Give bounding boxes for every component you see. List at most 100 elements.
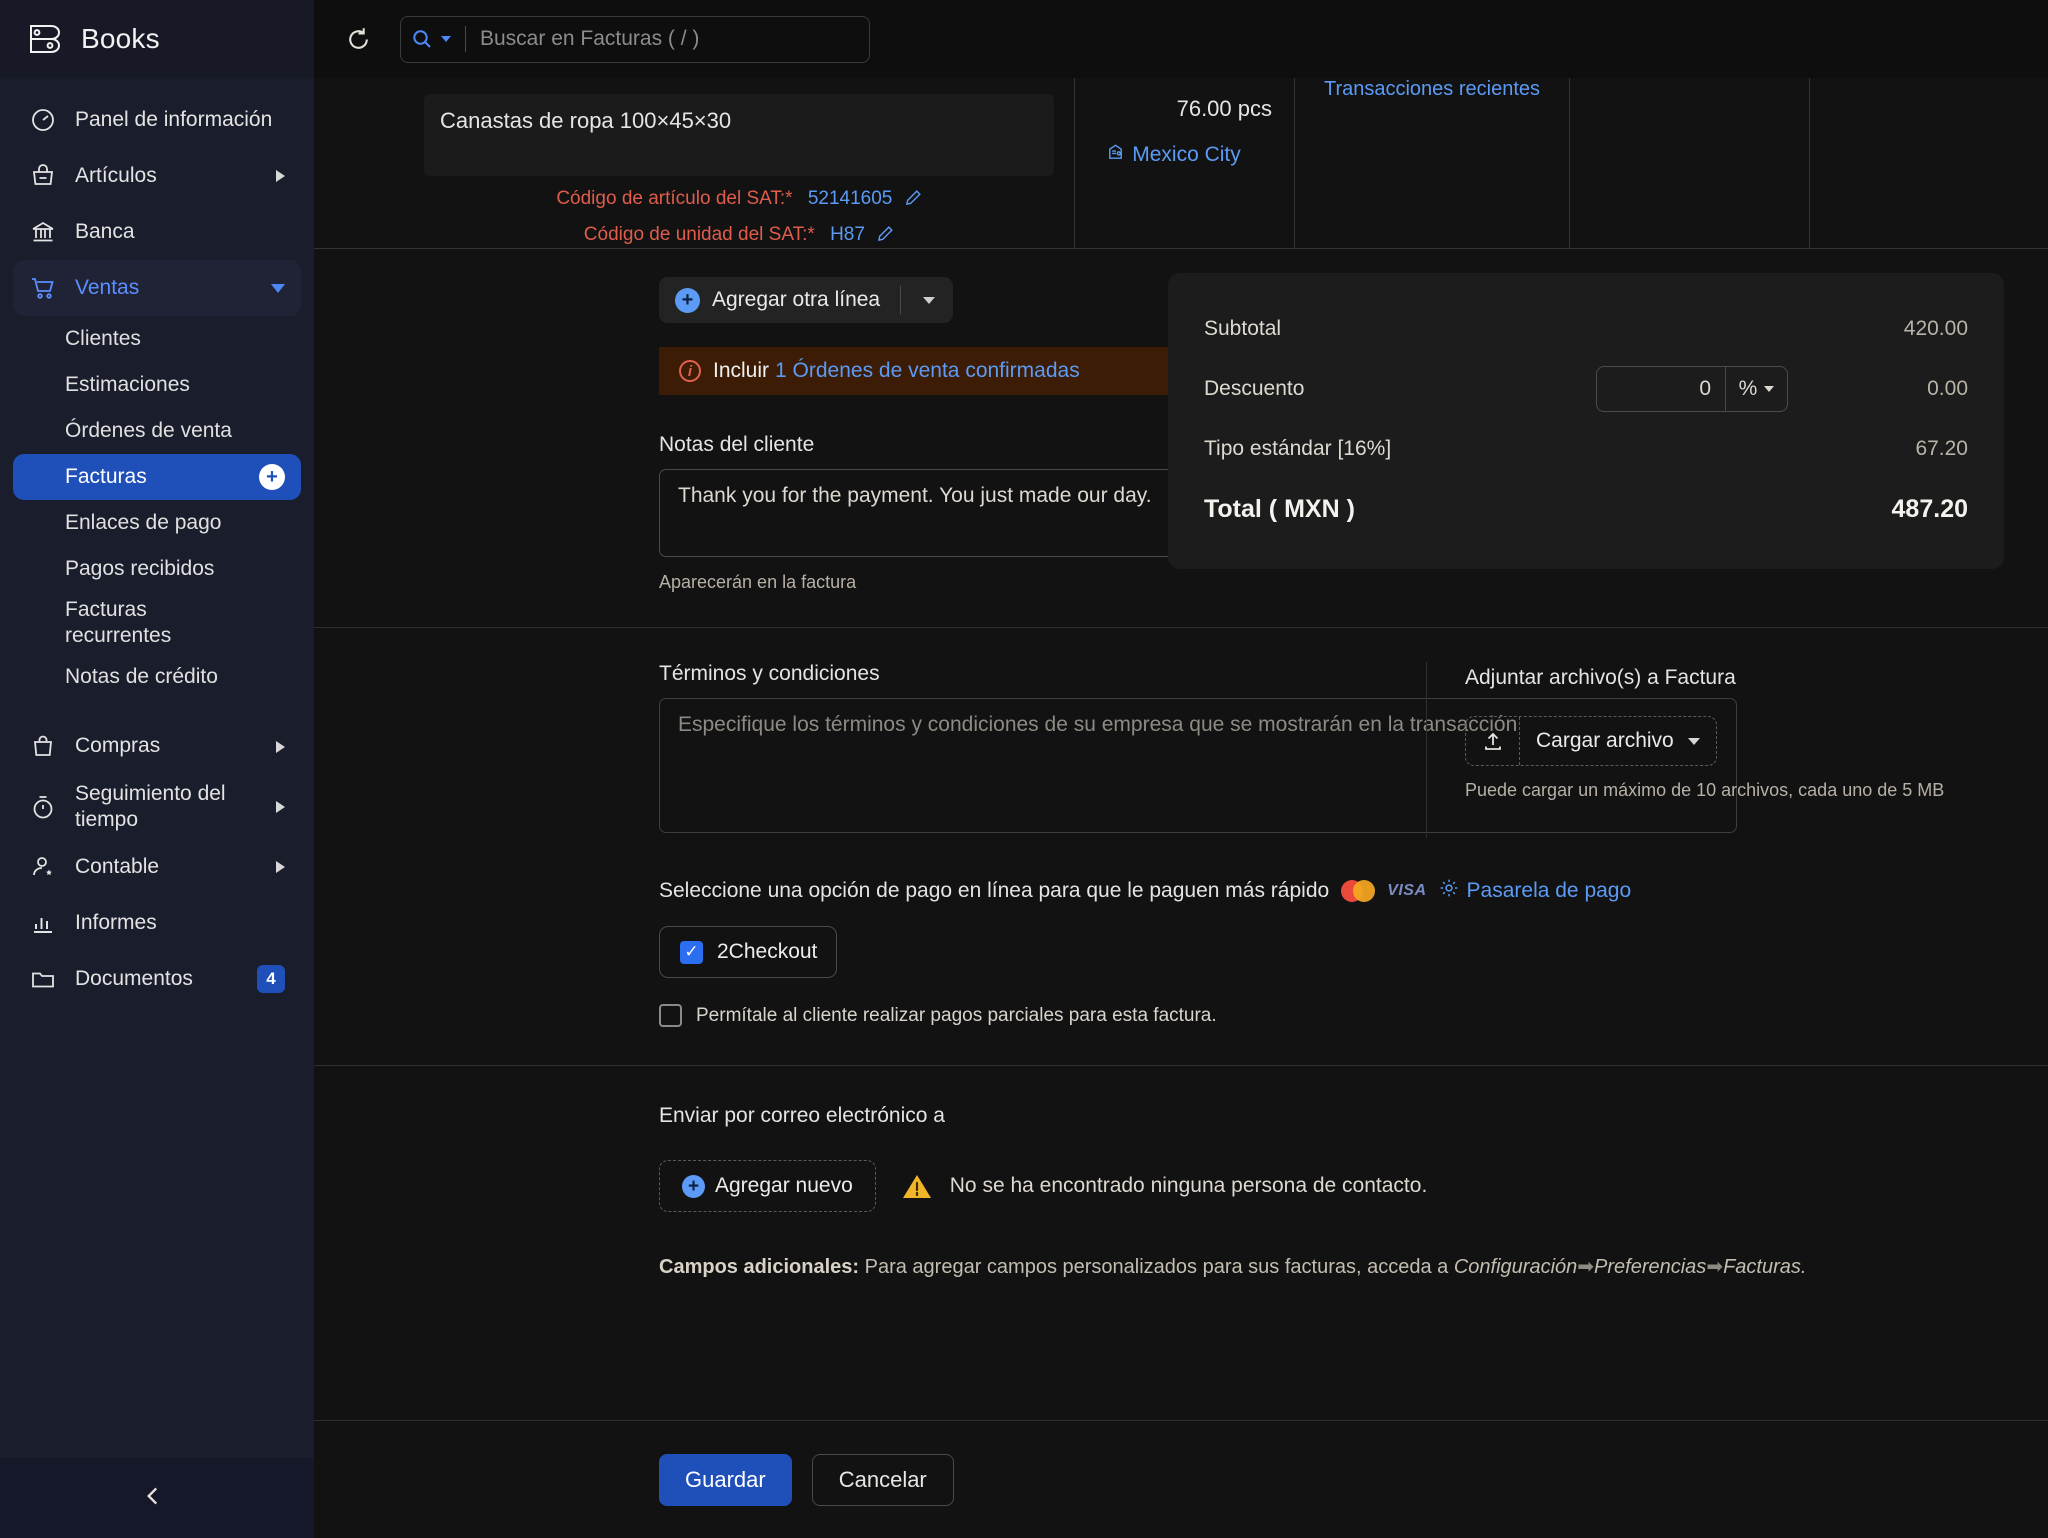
sat-unit-value[interactable]: H87 bbox=[830, 224, 865, 245]
sidebar-item-ventas[interactable]: Ventas bbox=[13, 260, 301, 316]
discount-unit-select[interactable]: % bbox=[1725, 367, 1787, 411]
arrow-right-icon: ➡ bbox=[1577, 1256, 1595, 1278]
upload-file-label: Cargar archivo bbox=[1536, 729, 1674, 752]
email-label: Enviar por correo electrónico a bbox=[659, 1104, 945, 1127]
form-right-column: Subtotal 420.00 Descuento % bbox=[1144, 249, 2048, 593]
page-scroll-area[interactable]: Canastas de ropa 100×45×30 Código de art… bbox=[314, 78, 2048, 1420]
add-invoice-plus-icon[interactable]: + bbox=[259, 464, 285, 490]
contact-warning: No se ha encontrado ninguna persona de c… bbox=[902, 1173, 1427, 1200]
save-button[interactable]: Guardar bbox=[659, 1453, 792, 1506]
payment-headline-row: Seleccione una opción de pago en línea p… bbox=[659, 878, 2048, 904]
add-new-contact-button[interactable]: + Agregar nuevo bbox=[659, 1160, 876, 1212]
line-item-description[interactable]: Canastas de ropa 100×45×30 bbox=[424, 94, 1054, 176]
sidebar-item-label: Compras bbox=[75, 734, 161, 758]
gear-icon bbox=[1439, 878, 1459, 904]
sidebar-item-notas-de-credito[interactable]: Notas de crédito bbox=[13, 655, 301, 701]
additional-fields-path-1: Configuración bbox=[1453, 1256, 1578, 1278]
sidebar-item-label: Órdenes de venta bbox=[65, 418, 232, 442]
add-another-line-label: Agregar otra línea bbox=[712, 288, 881, 311]
sidebar-item-compras[interactable]: Compras bbox=[13, 719, 301, 775]
search-scope-chevron-down-icon[interactable] bbox=[441, 36, 451, 42]
refresh-icon[interactable] bbox=[338, 19, 378, 59]
gateway-2checkout-option[interactable]: ✓ 2Checkout bbox=[659, 926, 837, 978]
sidebar-item-facturas-recurrentes[interactable]: Facturas recurrentes bbox=[13, 592, 218, 655]
sidebar-item-estimaciones[interactable]: Estimaciones bbox=[13, 362, 301, 408]
additional-fields-path-3: Facturas. bbox=[1723, 1256, 1807, 1278]
payment-headline: Seleccione una opción de pago en línea p… bbox=[659, 879, 1330, 902]
additional-fields-path-2: Preferencias bbox=[1594, 1256, 1707, 1278]
cancel-button[interactable]: Cancelar bbox=[811, 1453, 954, 1506]
pencil-icon[interactable] bbox=[877, 225, 894, 248]
sidebar-item-seguimiento-del-tiempo[interactable]: Seguimiento del tiempo bbox=[13, 775, 301, 840]
sidebar-item-label: Informes bbox=[75, 910, 157, 934]
chevron-left-icon bbox=[140, 1483, 166, 1514]
books-logo-icon bbox=[26, 20, 64, 58]
sidebar-item-label: Ventas bbox=[75, 275, 140, 299]
sidebar-item-facturas[interactable]: Facturas + bbox=[13, 454, 301, 500]
sidebar-item-label: Contable bbox=[75, 854, 160, 878]
sidebar-item-articulos[interactable]: Artículos bbox=[13, 148, 301, 204]
button-divider bbox=[900, 286, 902, 314]
search-input[interactable] bbox=[480, 27, 859, 51]
sidebar-item-documentos[interactable]: Documentos 4 bbox=[13, 951, 301, 1007]
sidebar-item-label: Facturas bbox=[65, 464, 147, 488]
search-divider bbox=[465, 26, 466, 52]
documents-folder-icon bbox=[29, 965, 57, 993]
sidebar-item-clientes[interactable]: Clientes bbox=[13, 316, 301, 362]
chevron-down-icon bbox=[1764, 386, 1775, 392]
sidebar-item-banca[interactable]: Banca bbox=[13, 204, 301, 260]
discount-input[interactable] bbox=[1597, 367, 1725, 411]
terms-label: Términos y condiciones bbox=[659, 662, 880, 685]
additional-fields-prefix: Campos adicionales: bbox=[659, 1256, 860, 1278]
discount-control[interactable]: % bbox=[1596, 366, 1788, 412]
attachments-section: Adjuntar archivo(s) a Factura Cargar arc… bbox=[1427, 662, 1944, 838]
chevron-right-icon bbox=[276, 170, 285, 182]
partial-payments-checkbox[interactable] bbox=[659, 1004, 682, 1027]
brand[interactable]: Books bbox=[0, 0, 314, 78]
include-banner-link[interactable]: 1 Órdenes de venta confirmadas bbox=[775, 359, 1080, 383]
attachments-label: Adjuntar archivo(s) a Factura bbox=[1465, 666, 1736, 689]
partial-payments-row[interactable]: Permítale al cliente realizar pagos parc… bbox=[659, 1004, 2048, 1027]
plus-circle-icon: + bbox=[675, 287, 700, 313]
sidebar-item-contable[interactable]: Contable bbox=[13, 839, 301, 895]
sidebar-item-informes[interactable]: Informes bbox=[13, 895, 301, 951]
payment-gateway-link[interactable]: Pasarela de pago bbox=[1439, 878, 1631, 904]
chevron-down-icon[interactable] bbox=[1687, 737, 1700, 745]
sidebar-item-enlaces-de-pago[interactable]: Enlaces de pago bbox=[13, 500, 301, 546]
accountant-icon bbox=[29, 853, 57, 881]
line-item-quantity[interactable]: 76.00 pcs bbox=[1075, 96, 1272, 122]
sidebar-item-panel-de-informacion[interactable]: Panel de información bbox=[13, 92, 301, 148]
app-root: Books Panel de información Artículos Ban… bbox=[0, 0, 2048, 1538]
sidebar-item-ordenes-de-venta[interactable]: Órdenes de venta bbox=[13, 408, 301, 454]
additional-fields-text: Para agregar campos personalizados para … bbox=[859, 1256, 1454, 1278]
sidebar-nav: Panel de información Artículos Banca Ven… bbox=[0, 78, 314, 1458]
sidebar-item-label: Panel de información bbox=[75, 107, 273, 131]
brand-name: Books bbox=[81, 23, 160, 54]
sat-article-value[interactable]: 52141605 bbox=[808, 188, 893, 209]
line-item-quantity-cell: 76.00 pcs Mexico City bbox=[1074, 78, 1294, 248]
gateway-checkbox[interactable]: ✓ bbox=[680, 940, 703, 964]
items-bag-icon bbox=[29, 162, 57, 190]
form-left-column: + Agregar otra línea i Incluir 1 Órdenes… bbox=[314, 249, 1319, 593]
add-new-contact-label: Agregar nuevo bbox=[715, 1174, 853, 1197]
search-box[interactable] bbox=[400, 15, 870, 63]
sidebar-item-label: Clientes bbox=[65, 326, 141, 350]
pencil-icon[interactable] bbox=[905, 189, 922, 212]
warning-triangle-icon bbox=[902, 1173, 932, 1200]
sat-article-label: Código de artículo del SAT:* bbox=[556, 188, 793, 209]
line-item-amount-cell bbox=[1809, 78, 2024, 248]
chevron-down-icon[interactable] bbox=[923, 296, 936, 304]
sidebar-item-pagos-recibidos[interactable]: Pagos recibidos bbox=[13, 546, 301, 592]
sat-unit-label: Código de unidad del SAT:* bbox=[583, 224, 815, 245]
line-item-warehouse[interactable]: Mexico City bbox=[1075, 142, 1272, 167]
add-another-line-button[interactable]: + Agregar otra línea bbox=[659, 277, 954, 323]
total-label: Total ( MXN ) bbox=[1204, 494, 1355, 523]
include-banner-prefix: Incluir bbox=[713, 359, 770, 382]
totals-row-subtotal: Subtotal 420.00 bbox=[1204, 299, 1968, 359]
recent-transactions-link[interactable]: Transacciones recientes bbox=[1295, 78, 1569, 101]
upload-file-button[interactable]: Cargar archivo bbox=[1465, 716, 1717, 766]
sidebar-collapse-button[interactable] bbox=[0, 1458, 314, 1538]
customer-notes-label: Notas del cliente bbox=[659, 433, 815, 456]
sidebar-item-label: Documentos bbox=[75, 966, 193, 990]
